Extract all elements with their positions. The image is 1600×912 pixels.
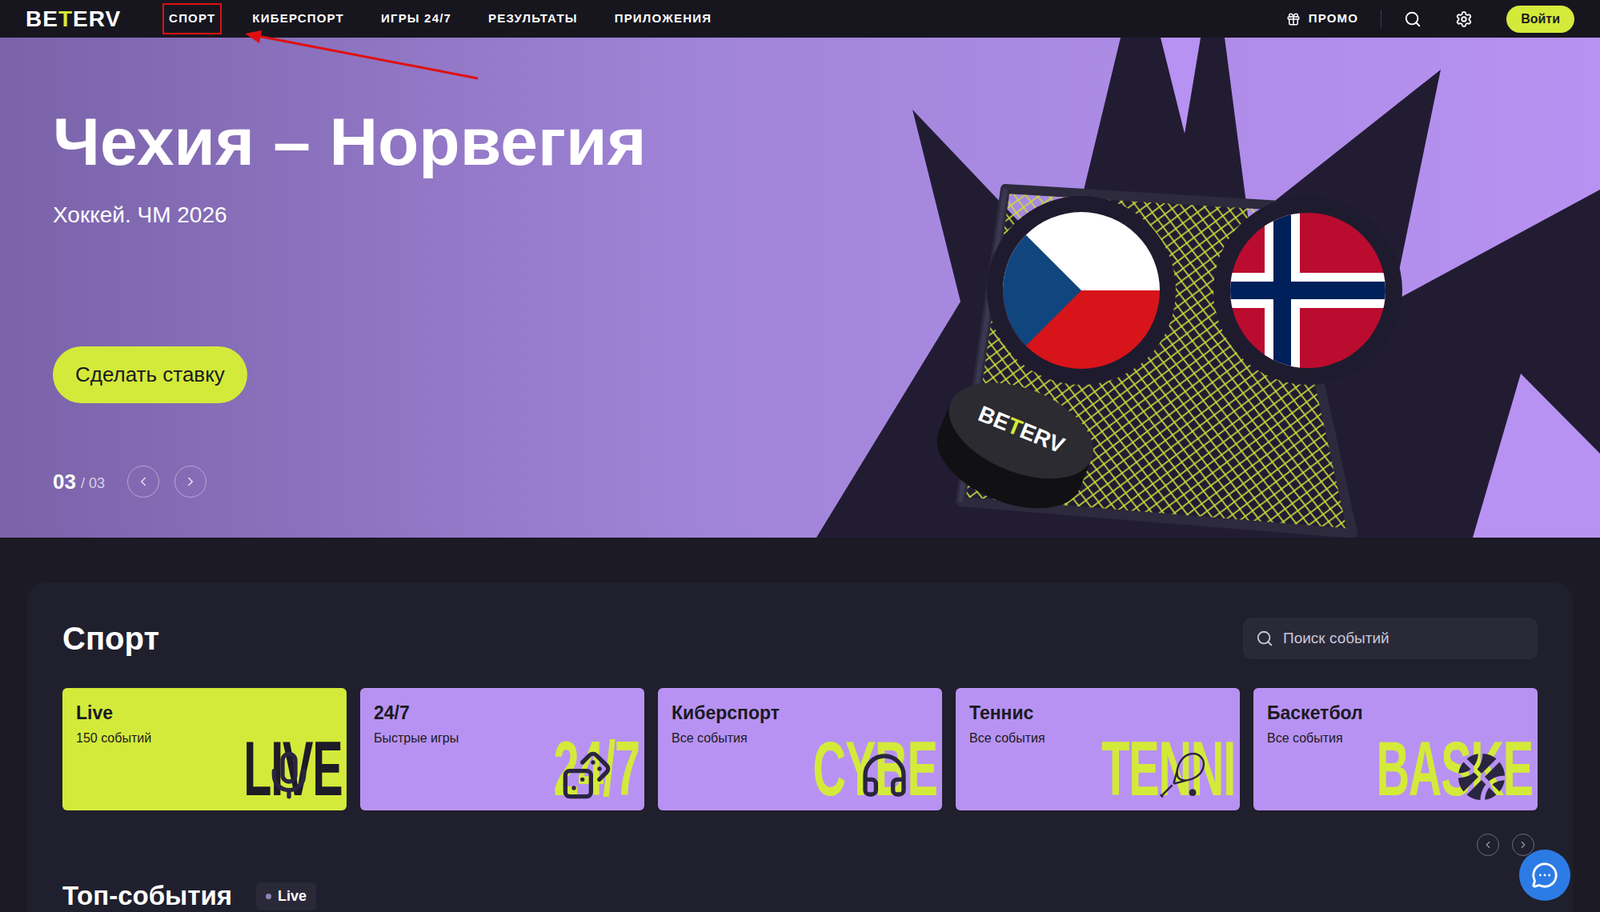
chevron-left-icon (136, 474, 151, 490)
annotation-arrow (0, 0, 561, 97)
login-button[interactable]: Войти (1506, 5, 1575, 33)
sports-panel: СпортПоиск событийLive150 событийLIVE24/… (27, 582, 1573, 912)
card-title: Киберспорт (671, 701, 929, 725)
card-title: 24/7 (373, 701, 631, 725)
zigzag-shape (816, 37, 1600, 538)
slide-total: / 03 (80, 473, 105, 495)
logo[interactable]: BETERV (25, 8, 121, 31)
nav-item[interactable]: ПРИЛОЖЕНИЯ (608, 3, 719, 35)
page: BETERV СПОРТ КИБЕРСПОРТ ИГРЫ 24/7 РЕЗУЛЬТАТЫ… (0, 0, 1600, 912)
slider-pagination: 03/ 03 (52, 465, 207, 498)
promo-link[interactable]: ПРОМО (1286, 9, 1382, 29)
search-icon[interactable] (1403, 10, 1422, 29)
chevron-right-icon (1517, 839, 1529, 851)
prev-slide-button[interactable] (127, 465, 160, 498)
chat-icon (1531, 862, 1559, 890)
gear-icon[interactable] (1455, 10, 1473, 29)
tennis-racket-icon (1156, 749, 1208, 802)
category-cards: Live150 событийLIVE24/7Быстрые игры24/7К… (62, 688, 1538, 811)
next-slide-button[interactable] (174, 465, 207, 498)
top-nav: BETERV СПОРТ КИБЕРСПОРТ ИГРЫ 24/7 РЕЗУЛЬТАТЫ… (0, 0, 1600, 38)
svg-text:BETERV: BETERV (974, 401, 1069, 458)
category-card[interactable]: ТеннисВсе событияTENNI (955, 688, 1240, 811)
card-title: Теннис (969, 701, 1227, 725)
nav-item[interactable]: СПОРТ (162, 3, 222, 35)
czech-flag-icon (986, 196, 1176, 385)
nav-item[interactable]: ИГРЫ 24/7 (374, 3, 458, 35)
hockey-net (960, 188, 1353, 534)
card-watermark: LIVE (243, 730, 342, 808)
card-watermark: CYBE (813, 730, 938, 808)
top-events-title: Топ-события (62, 880, 233, 912)
category-card[interactable]: КиберспортВсе событияCYBE (657, 688, 943, 811)
bet-button[interactable]: Сделать ставку (52, 346, 248, 404)
norway-flag-icon (1213, 196, 1403, 385)
cards-prev-button[interactable] (1476, 834, 1500, 857)
chevron-left-icon (1482, 839, 1494, 851)
category-card[interactable]: Live150 событийLIVE (62, 688, 347, 811)
category-card[interactable]: 24/7Быстрые игры24/7 (360, 688, 645, 811)
gift-icon (1286, 12, 1301, 27)
search-icon (1255, 629, 1274, 648)
card-title: Баскетбол (1267, 701, 1524, 725)
puck-icon: BETERV (922, 364, 1107, 529)
event-search[interactable]: Поиск событий (1243, 617, 1538, 660)
hero-subtitle: Хоккей. ЧМ 2026 (52, 200, 228, 230)
chat-button[interactable] (1519, 850, 1571, 902)
chevron-right-icon (183, 474, 198, 490)
hero-title: Чехия – Норвегия (52, 101, 647, 182)
sports-title: Спорт (62, 618, 160, 659)
card-title: Live (76, 701, 333, 725)
dice-icon (561, 749, 613, 802)
card-watermark: BASKE (1375, 730, 1533, 808)
category-card[interactable]: БаскетболВсе событияBASKE (1253, 688, 1538, 811)
nav-item[interactable]: РЕЗУЛЬТАТЫ (481, 3, 585, 35)
headphones-icon (858, 749, 911, 802)
nav-item[interactable]: КИБЕРСПОРТ (245, 3, 351, 35)
microphone-icon (263, 749, 315, 802)
live-badge[interactable]: Live (256, 882, 317, 911)
nav-menu: СПОРТ КИБЕРСПОРТ ИГРЫ 24/7 РЕЗУЛЬТАТЫ ПРИЛОЖ… (162, 3, 718, 35)
hero-banner: BETERV Чехия – Норвегия Хоккей. ЧМ 2026 Сде… (0, 37, 1600, 538)
card-watermark: TENNI (1101, 730, 1236, 808)
slide-current: 03 (52, 466, 77, 498)
basketball-icon (1457, 753, 1506, 802)
